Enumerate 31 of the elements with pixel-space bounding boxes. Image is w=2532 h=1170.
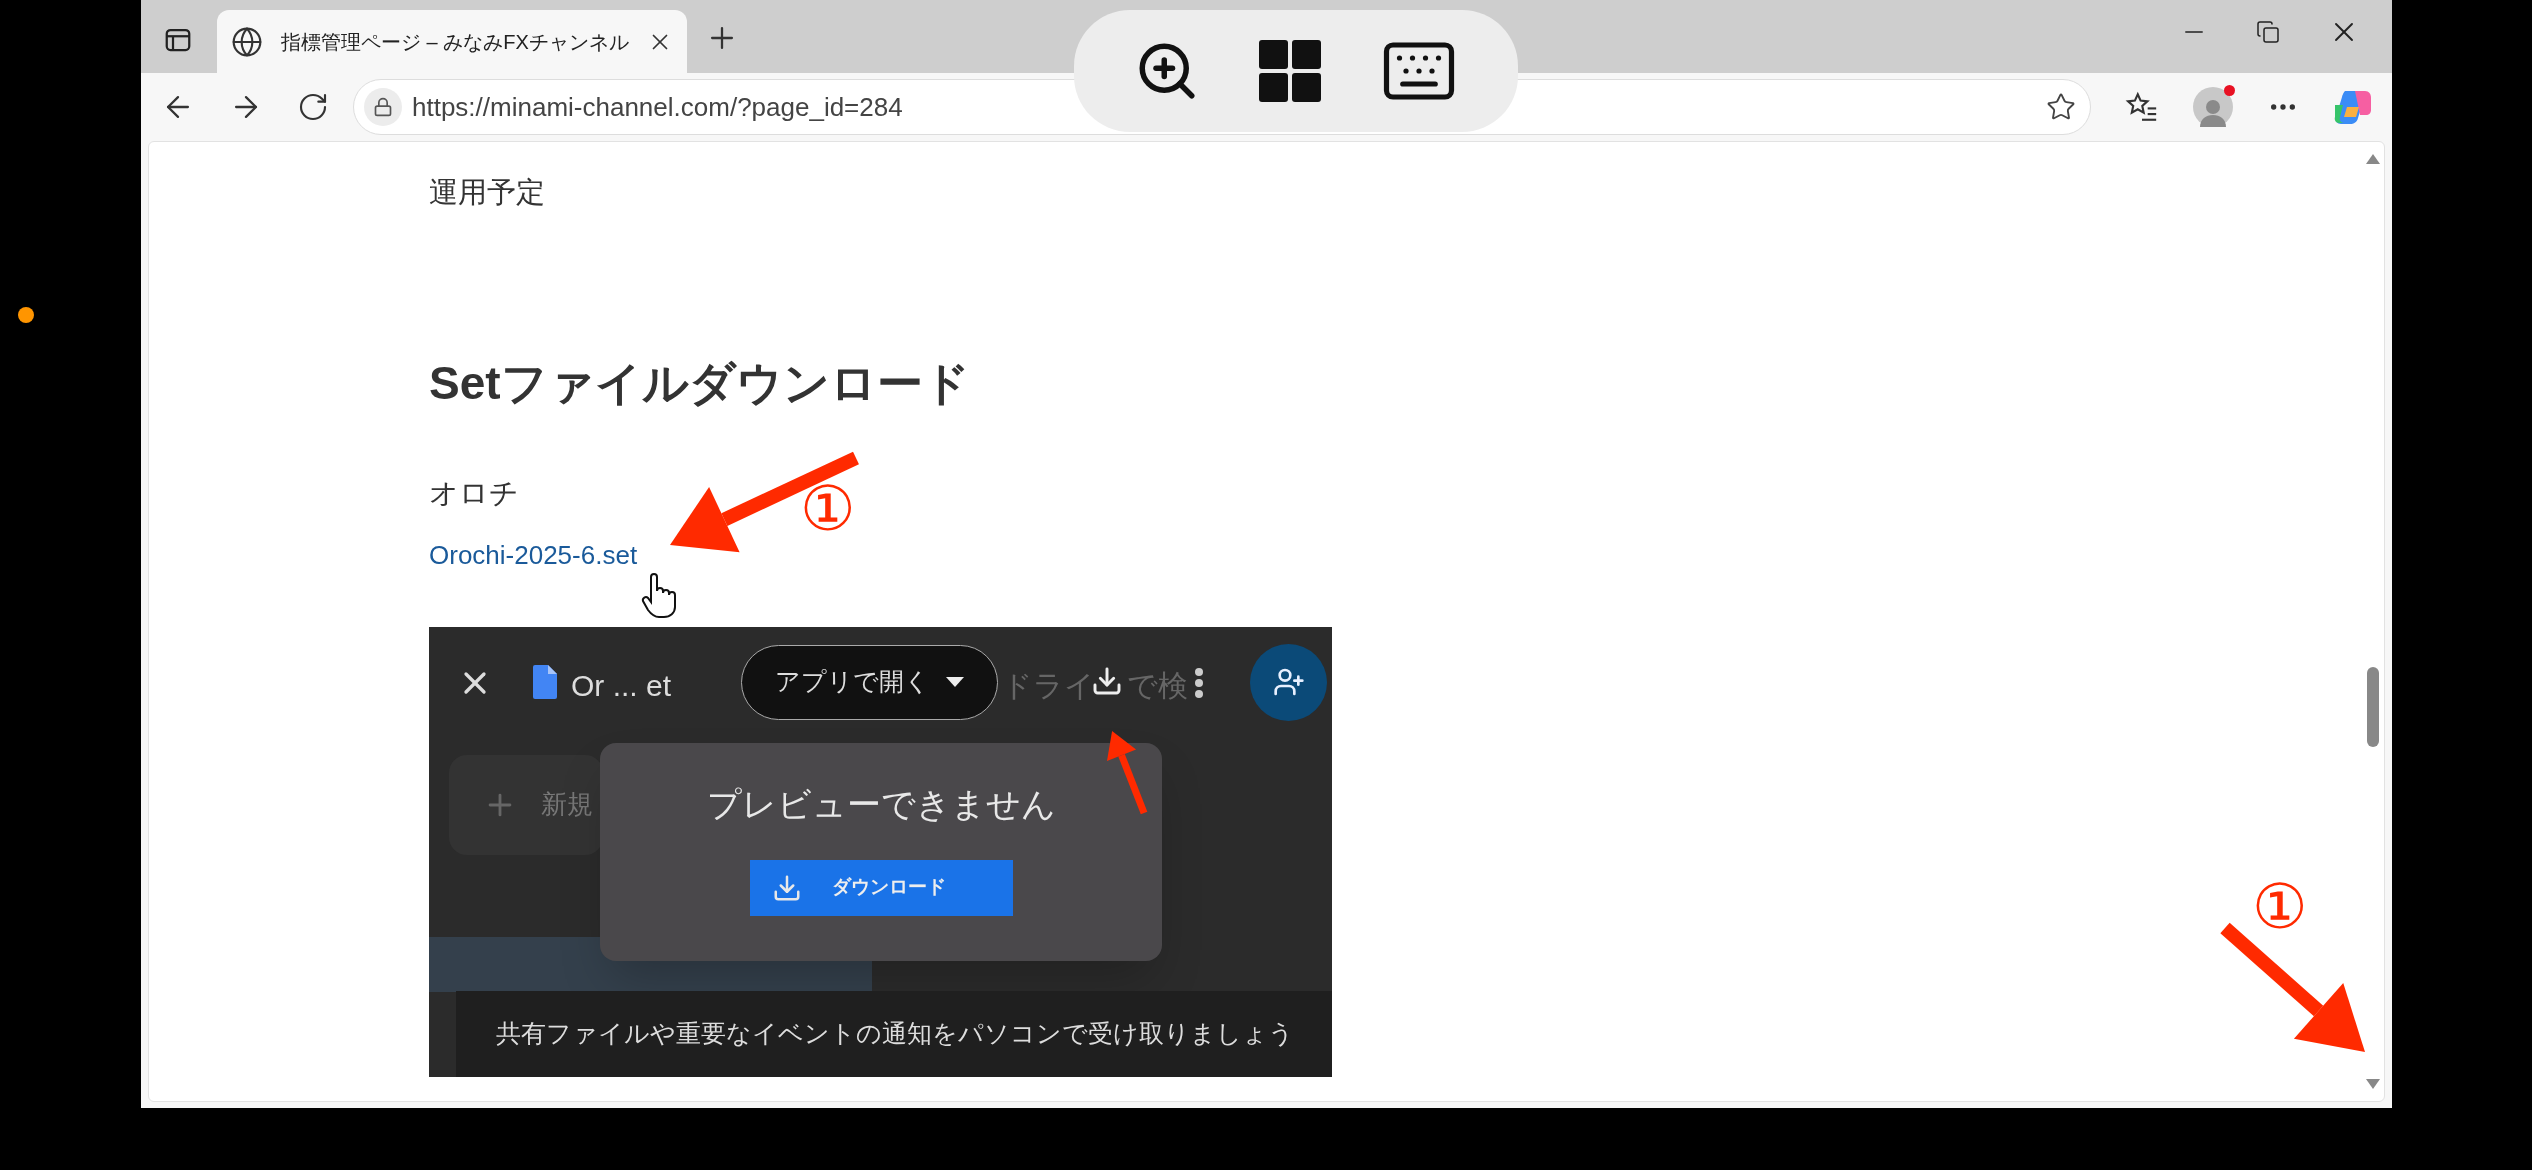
windows-logo-icon[interactable]	[1259, 40, 1321, 102]
search-text: ドライ	[1002, 667, 1095, 704]
paragraph-text: 運用予定	[429, 175, 545, 210]
globe-icon	[231, 25, 263, 58]
new-button-label: 新規	[541, 788, 593, 821]
search-text: で検	[1127, 667, 1188, 704]
file-name: Or ... et	[571, 667, 672, 704]
item-label: オロチ	[429, 476, 519, 511]
file-link[interactable]: Orochi-2025-6.set	[429, 535, 638, 575]
refresh-icon[interactable]	[297, 91, 329, 123]
favorite-star-icon[interactable]	[2046, 92, 2076, 122]
document-icon	[533, 664, 557, 699]
profile-avatar[interactable]	[2193, 87, 2233, 127]
kebab-menu-icon	[1194, 666, 1204, 699]
hand-cursor-icon	[641, 573, 677, 619]
section-heading: Setファイルダウンロード	[429, 355, 970, 411]
add-person-icon	[1272, 666, 1305, 698]
tab-title: 指標管理ページ – みなみFXチャンネル	[281, 29, 629, 55]
scroll-up-icon[interactable]	[2366, 154, 2380, 164]
url-text: https://minami-channel.com/?page_id=284	[412, 90, 903, 124]
scrollbar-thumb[interactable]	[2367, 667, 2379, 747]
lock-icon[interactable]	[364, 88, 402, 126]
scroll-down-icon[interactable]	[2366, 1079, 2380, 1089]
notification-text: 共有ファイルや重要なイベントの通知をパソコンで受け取りましょう	[496, 1017, 1294, 1049]
dialog-title: プレビューできません	[706, 783, 1056, 825]
favorites-icon[interactable]	[2125, 90, 2159, 124]
dropdown-caret-icon	[946, 677, 964, 687]
browser-tab[interactable]: 指標管理ページ – みなみFXチャンネル	[217, 10, 687, 73]
restore-icon[interactable]	[2256, 20, 2280, 44]
step-number: ①	[2252, 876, 2308, 938]
step-number: ①	[800, 478, 856, 540]
